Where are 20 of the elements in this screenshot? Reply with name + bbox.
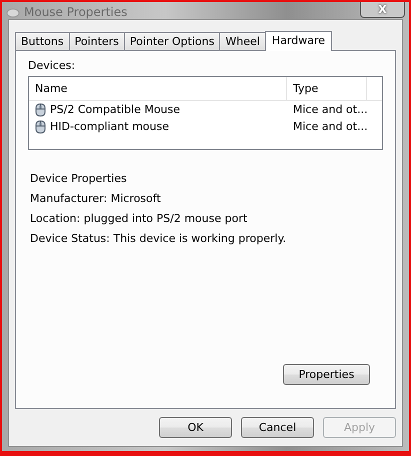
section-heading: Device Properties (30, 172, 128, 186)
device-type: Mice and ot... (292, 103, 368, 116)
property-text: Location: plugged into PS/2 mouse port (30, 212, 248, 226)
tab[interactable]: Wheel (219, 32, 266, 50)
column-header[interactable]: Type (287, 77, 367, 100)
property-text: Device Status: This device is working properly. (30, 232, 288, 246)
tab[interactable]: Pointers (68, 32, 125, 50)
tab[interactable]: Hardware (264, 31, 332, 51)
device-type: Mice and ot... (292, 120, 368, 133)
devices-label: Devices: (28, 59, 76, 73)
column-header[interactable]: Name (29, 77, 287, 100)
device-name[interactable]: HID-compliant mouse (50, 120, 169, 133)
window-title: Mouse Properties (24, 4, 128, 19)
device-name[interactable]: PS/2 Compatible Mouse (50, 103, 180, 116)
properties-button[interactable]: Properties (283, 364, 370, 385)
dialog-button[interactable]: Cancel (241, 417, 314, 438)
tab[interactable]: Buttons (15, 32, 70, 50)
tab[interactable]: Pointer Options (124, 32, 220, 50)
dialog-button[interactable]: OK (159, 417, 232, 438)
property-text: Manufacturer: Microsoft (30, 192, 162, 206)
